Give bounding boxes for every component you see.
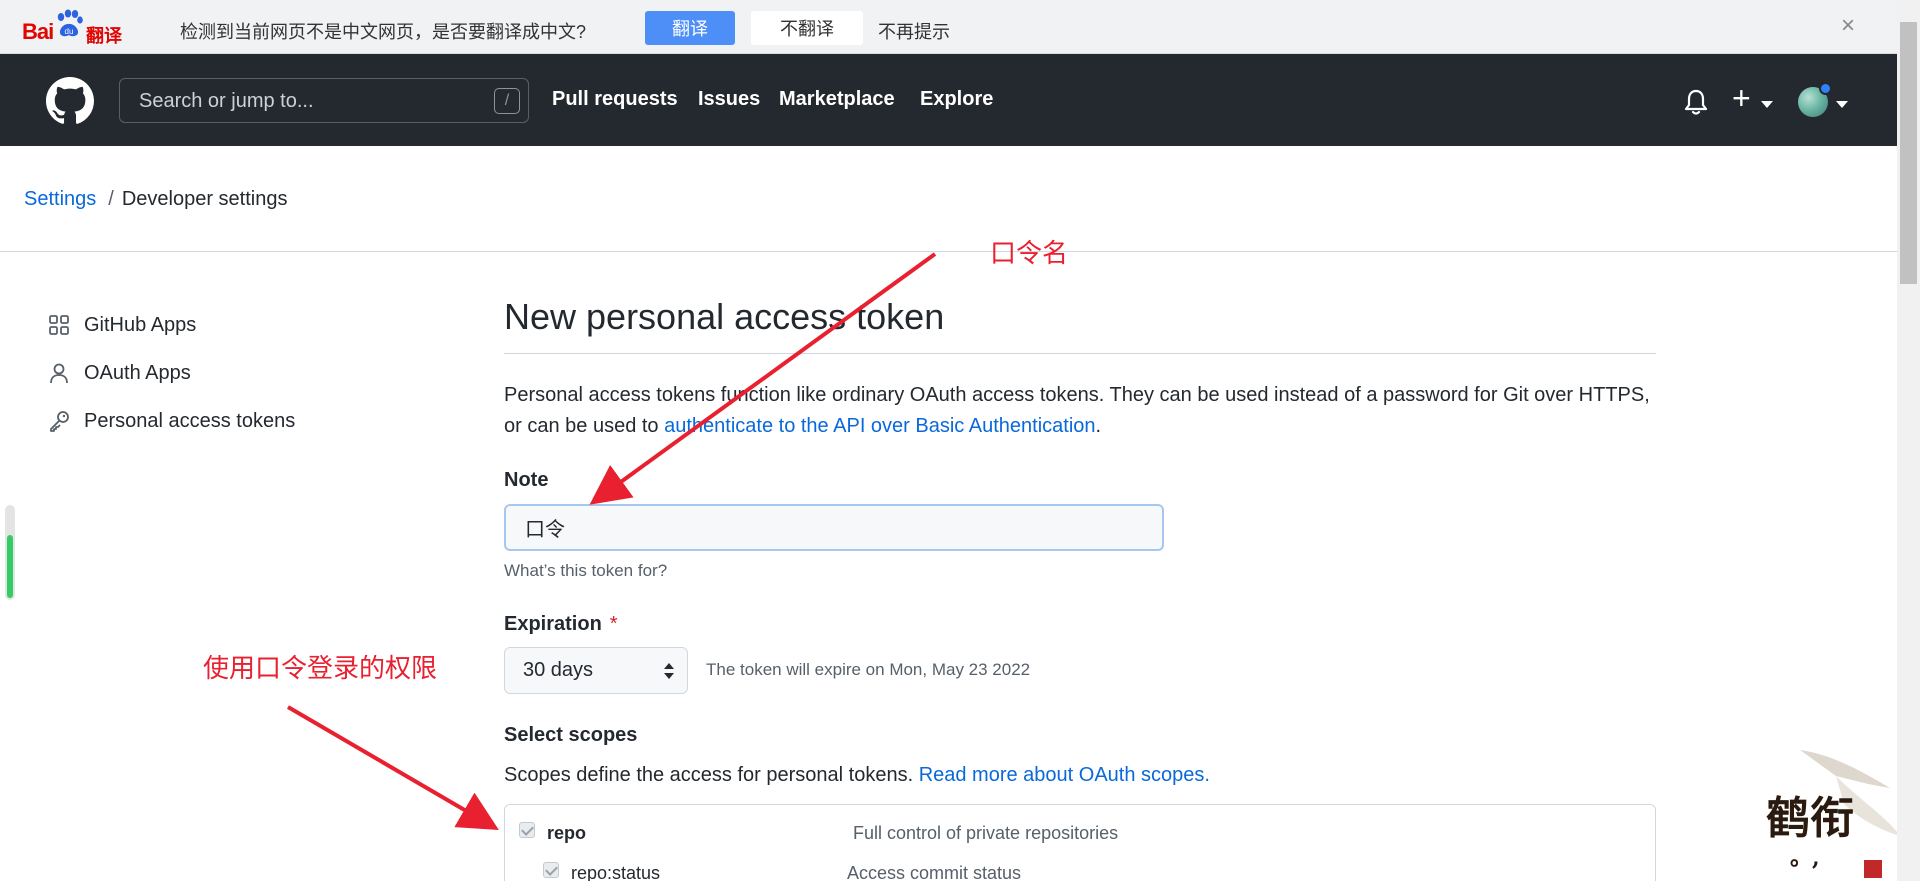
watermark: 鹤衔 。, <box>1740 740 1900 881</box>
side-scroll-fill <box>7 535 13 598</box>
vertical-scrollbar[interactable] <box>1897 0 1920 881</box>
arrow-to-note-field <box>589 252 937 505</box>
page: Bai du 翻译 检测到当前网页不是中文网页，是否要翻译成中文? 翻译 不翻译… <box>0 0 1920 881</box>
arrow-to-repo-scope <box>286 705 499 831</box>
annotation-arrows <box>286 252 937 831</box>
side-scroll-widget[interactable] <box>5 505 15 600</box>
watermark-main: 鹤衔 <box>1766 793 1854 844</box>
scrollbar-thumb[interactable] <box>1900 22 1917 284</box>
watermark-sub: 。, <box>1790 845 1820 871</box>
